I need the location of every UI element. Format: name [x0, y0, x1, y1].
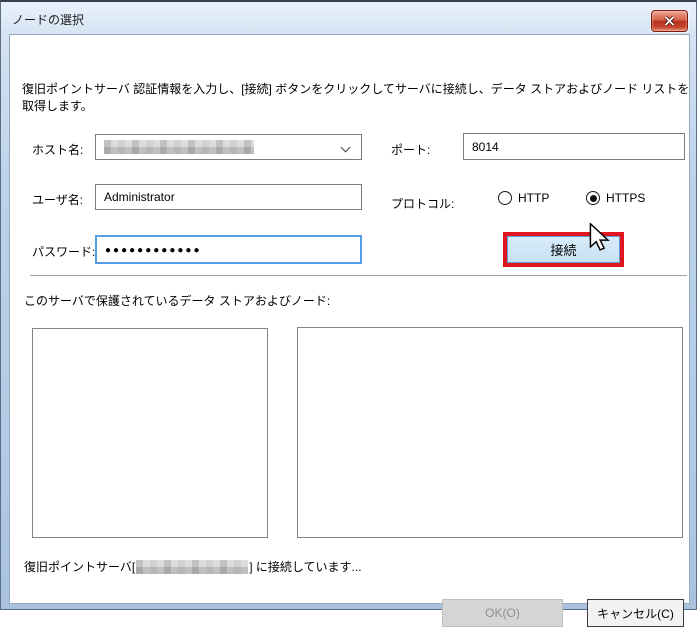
password-masked-value: ●●●●●●●●●●●● — [105, 244, 202, 256]
host-name-combobox[interactable] — [95, 134, 362, 160]
radio-option-http[interactable]: HTTP — [498, 191, 549, 205]
radio-unchecked-icon[interactable] — [498, 191, 512, 205]
titlebar[interactable]: ノードの選択 — [1, 2, 696, 34]
connect-button[interactable]: 接続 — [507, 236, 620, 263]
separator-line — [30, 275, 687, 276]
cancel-button[interactable]: キャンセル(C) — [587, 599, 684, 627]
host-name-redacted-value — [104, 140, 254, 154]
status-prefix: 復旧ポイントサーバ[ — [24, 560, 136, 574]
radio-https-label: HTTPS — [606, 191, 646, 205]
window-title: ノードの選択 — [12, 13, 85, 27]
radio-checked-icon[interactable] — [586, 191, 600, 205]
status-message: 復旧ポイントサーバ[ ] に接続しています... — [24, 558, 362, 575]
port-label: ポート: — [391, 143, 431, 157]
radio-http-label: HTTP — [518, 191, 550, 205]
password-input[interactable]: ●●●●●●●●●●●● — [95, 235, 362, 264]
user-name-value: Administrator — [104, 190, 175, 204]
port-value: 8014 — [472, 139, 499, 154]
annotation-highlight: 接続 — [503, 232, 624, 267]
close-icon — [664, 16, 675, 26]
radio-option-https[interactable]: HTTPS — [586, 191, 645, 205]
node-list[interactable] — [297, 327, 683, 538]
protected-data-section-label: このサーバで保護されているデータ ストアおよびノード: — [24, 294, 331, 308]
password-label: パスワード: — [32, 245, 96, 259]
host-name-label: ホスト名: — [32, 143, 84, 157]
protocol-label: プロトコル: — [391, 197, 455, 211]
ok-button[interactable]: OK(O) — [442, 599, 563, 627]
server-name-redacted-value — [136, 559, 249, 574]
status-suffix: ] に接続しています... — [249, 560, 362, 574]
dialog-client-area: 復旧ポイントサーバ 認証情報を入力し、[接続] ボタンをクリックしてサーバに接続… — [9, 34, 690, 627]
user-name-input[interactable]: Administrator — [95, 184, 362, 210]
chevron-down-icon[interactable] — [340, 142, 351, 153]
data-store-list[interactable] — [32, 328, 268, 538]
dialog-description: 復旧ポイントサーバ 認証情報を入力し、[接続] ボタンをクリックしてサーバに接続… — [22, 82, 690, 113]
close-button[interactable] — [651, 10, 688, 32]
port-input[interactable]: 8014 — [463, 133, 685, 160]
dialog-node-selection: ノードの選択 復旧ポイントサーバ 認証情報を入力し、[接続] ボタンをクリックし… — [0, 0, 697, 627]
user-name-label: ユーザ名: — [32, 193, 84, 207]
